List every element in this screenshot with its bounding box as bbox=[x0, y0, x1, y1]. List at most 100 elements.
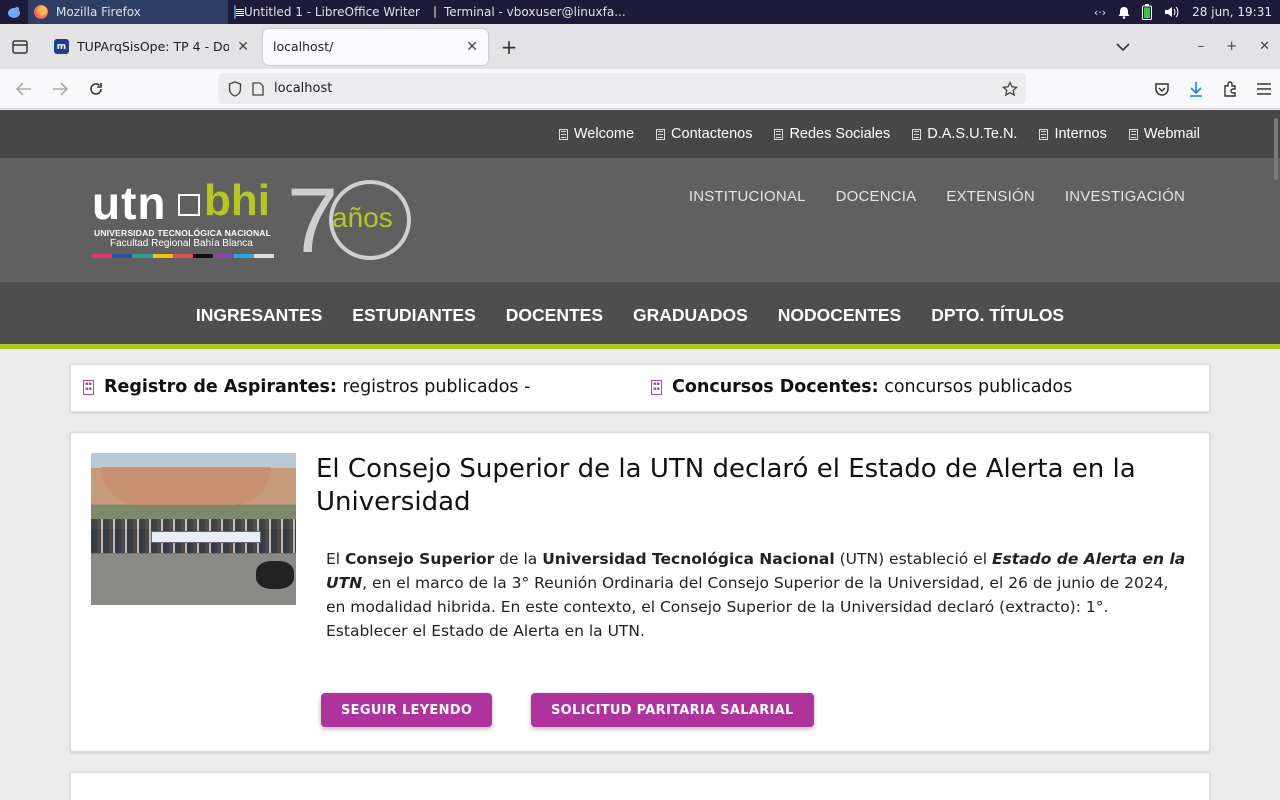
hamburger-menu-icon[interactable] bbox=[1256, 82, 1272, 96]
site-header: utn bhi UNIVERSIDAD TECNOLÓGICA NACIONAL… bbox=[0, 158, 1280, 282]
toplink-dasuten[interactable]: D.A.S.U.Te.N. bbox=[912, 126, 1017, 142]
url-bar[interactable]: localhost bbox=[218, 73, 1026, 104]
toplink-label: Webmail bbox=[1143, 126, 1200, 142]
logo-university-text: UNIVERSIDAD TECNOLÓGICA NACIONAL bbox=[94, 228, 272, 238]
body-text: El bbox=[326, 550, 346, 568]
toplink-redes-sociales[interactable]: Redes Sociales bbox=[774, 126, 890, 142]
top-links: Welcome Contactenos Redes Sociales D.A.S… bbox=[558, 110, 1200, 158]
menu-extension[interactable]: EXTENSIÓN bbox=[946, 188, 1034, 205]
logo-bhi-text: bhi bbox=[204, 176, 270, 225]
extensions-icon[interactable] bbox=[1222, 81, 1238, 97]
tab-title: TUPArqSisOpe: TP 4 - Docker bbox=[77, 39, 230, 54]
close-tab-icon[interactable]: ✕ bbox=[237, 39, 249, 55]
toplink-label: Welcome bbox=[573, 126, 635, 142]
building-icon bbox=[1128, 128, 1138, 140]
body-text: , en el marco de la 3° Reunión Ordinaria… bbox=[326, 574, 1169, 640]
taskbar-task-label: Terminal - vboxuser@linuxfa... bbox=[444, 5, 626, 19]
os-taskbar: Mozilla Firefox Untitled 1 - LibreOffice… bbox=[0, 0, 1280, 24]
logo-faculty-text: Facultad Regional Bahía Blanca bbox=[110, 238, 253, 249]
bookmark-star-icon[interactable] bbox=[1002, 80, 1018, 97]
ticker-item-concursos[interactable]: ▪▪ ▪▪ Concursos Docentes: concursos publi… bbox=[651, 377, 1072, 397]
moodle-icon: m bbox=[54, 39, 69, 54]
clock[interactable]: 28 jun, 19:31 bbox=[1192, 5, 1272, 19]
tab-tuparqsisope[interactable]: m TUPArqSisOpe: TP 4 - Docker ✕ bbox=[44, 29, 259, 65]
toplink-label: D.A.S.U.Te.N. bbox=[927, 126, 1018, 142]
main-menu: INSTITUCIONAL DOCENCIA EXTENSIÓN INVESTI… bbox=[689, 188, 1185, 205]
toplink-welcome[interactable]: Welcome bbox=[558, 126, 635, 142]
building-icon bbox=[1039, 128, 1049, 140]
secondary-menu-bar: INGRESANTES ESTUDIANTES DOCENTES GRADUAD… bbox=[0, 282, 1280, 349]
menu-docentes[interactable]: DOCENTES bbox=[506, 305, 603, 326]
minimize-icon[interactable]: – bbox=[1198, 39, 1205, 54]
taskbar-task-label: Untitled 1 - LibreOffice Writer bbox=[243, 5, 420, 19]
menu-investigacion[interactable]: INVESTIGACIÓN bbox=[1065, 188, 1185, 205]
body-bold: Universidad Tecnológica Nacional bbox=[542, 550, 835, 568]
firefox-view-button[interactable] bbox=[0, 24, 40, 69]
toplink-label: Redes Sociales bbox=[789, 126, 891, 142]
salary-request-button[interactable]: SOLICITUD PARITARIA SALARIAL bbox=[531, 693, 814, 727]
arrow-right-icon bbox=[53, 81, 68, 96]
menu-nodocentes[interactable]: NODOCENTES bbox=[778, 305, 901, 326]
menu-institucional[interactable]: INSTITUCIONAL bbox=[689, 188, 806, 205]
menu-graduados[interactable]: GRADUADOS bbox=[633, 305, 748, 326]
taskbar-libreoffice[interactable]: Untitled 1 - LibreOffice Writer bbox=[228, 0, 428, 24]
menu-estudiantes[interactable]: ESTUDIANTES bbox=[352, 305, 475, 326]
ticker-item-registro[interactable]: ▪▪ ▪▪ Registro de Aspirantes: registros p… bbox=[83, 377, 530, 397]
close-window-icon[interactable]: ✕ bbox=[1259, 39, 1270, 54]
start-menu-button[interactable] bbox=[0, 0, 28, 24]
read-more-button[interactable]: SEGUIR LEYENDO bbox=[321, 693, 493, 727]
window-controls: – + ✕ bbox=[1116, 39, 1280, 54]
secondary-menu: INGRESANTES ESTUDIANTES DOCENTES GRADUAD… bbox=[0, 282, 1280, 349]
url-text[interactable]: localhost bbox=[274, 81, 332, 96]
news-ticker: ▪▪ ▪▪ Registro de Aspirantes: registros p… bbox=[70, 364, 1210, 412]
close-tab-icon[interactable]: ✕ bbox=[466, 39, 478, 55]
calendar-icon: ▪▪ ▪▪ bbox=[83, 379, 94, 395]
xfce-mouse-icon bbox=[8, 7, 20, 18]
logo-color-bar bbox=[92, 254, 274, 258]
calendar-icon: ▪▪ ▪▪ bbox=[651, 379, 662, 395]
back-button[interactable] bbox=[6, 73, 42, 105]
body-bold: Consejo Superior bbox=[345, 550, 495, 568]
network-icon[interactable]: ‹·› bbox=[1094, 6, 1106, 19]
reload-button[interactable] bbox=[78, 73, 114, 105]
ticker-bold: Registro de Aspirantes: bbox=[104, 377, 337, 397]
news-photo[interactable] bbox=[91, 453, 296, 605]
firefox-icon bbox=[34, 5, 48, 19]
toplink-internos[interactable]: Internos bbox=[1039, 126, 1107, 142]
toplink-contactenos[interactable]: Contactenos bbox=[656, 126, 752, 142]
menu-dpto-titulos[interactable]: DPTO. TÍTULOS bbox=[931, 305, 1064, 326]
new-tab-button[interactable]: + bbox=[492, 30, 526, 64]
building-icon bbox=[558, 128, 568, 140]
browser-navbar: localhost bbox=[0, 69, 1280, 109]
building-icon bbox=[774, 128, 784, 140]
maximize-icon[interactable]: + bbox=[1226, 39, 1237, 54]
news-title[interactable]: El Consejo Superior de la UTN declaró el… bbox=[316, 453, 1176, 519]
list-all-tabs-icon[interactable] bbox=[1116, 42, 1130, 52]
taskbar-terminal[interactable]: Terminal - vboxuser@linuxfa... bbox=[428, 0, 628, 24]
toplink-webmail[interactable]: Webmail bbox=[1128, 126, 1200, 142]
body-text: de la bbox=[494, 550, 543, 568]
photo-banner bbox=[151, 531, 261, 543]
tab-localhost[interactable]: localhost/ ✕ bbox=[263, 28, 488, 65]
volume-icon[interactable] bbox=[1164, 5, 1180, 19]
tab-title: localhost/ bbox=[273, 39, 334, 54]
pocket-icon[interactable] bbox=[1154, 82, 1170, 97]
downloads-icon[interactable] bbox=[1188, 81, 1204, 97]
system-tray: ‹·› 28 jun, 19:31 bbox=[1094, 4, 1280, 20]
browser-tab-bar: m TUPArqSisOpe: TP 4 - Docker ✕ localhos… bbox=[0, 24, 1280, 69]
ticker-text: registros publicados - bbox=[342, 377, 531, 397]
toplink-label: Contactenos bbox=[671, 126, 753, 142]
menu-ingresantes[interactable]: INGRESANTES bbox=[196, 305, 322, 326]
menu-docencia[interactable]: DOCENCIA bbox=[836, 188, 917, 205]
terminal-icon bbox=[434, 6, 436, 18]
utn-logo[interactable]: utn bhi UNIVERSIDAD TECNOLÓGICA NACIONAL… bbox=[92, 175, 422, 267]
page-icon[interactable] bbox=[252, 81, 264, 96]
notification-bell-icon[interactable] bbox=[1118, 6, 1130, 19]
battery-icon[interactable] bbox=[1142, 4, 1153, 20]
page-scrollbar[interactable] bbox=[1274, 118, 1278, 180]
taskbar-task-label: Mozilla Firefox bbox=[56, 5, 141, 19]
forward-button[interactable] bbox=[42, 73, 78, 105]
taskbar-firefox[interactable]: Mozilla Firefox bbox=[28, 0, 228, 24]
top-links-strip: Welcome Contactenos Redes Sociales D.A.S… bbox=[0, 110, 1280, 158]
shield-icon[interactable] bbox=[228, 80, 242, 97]
